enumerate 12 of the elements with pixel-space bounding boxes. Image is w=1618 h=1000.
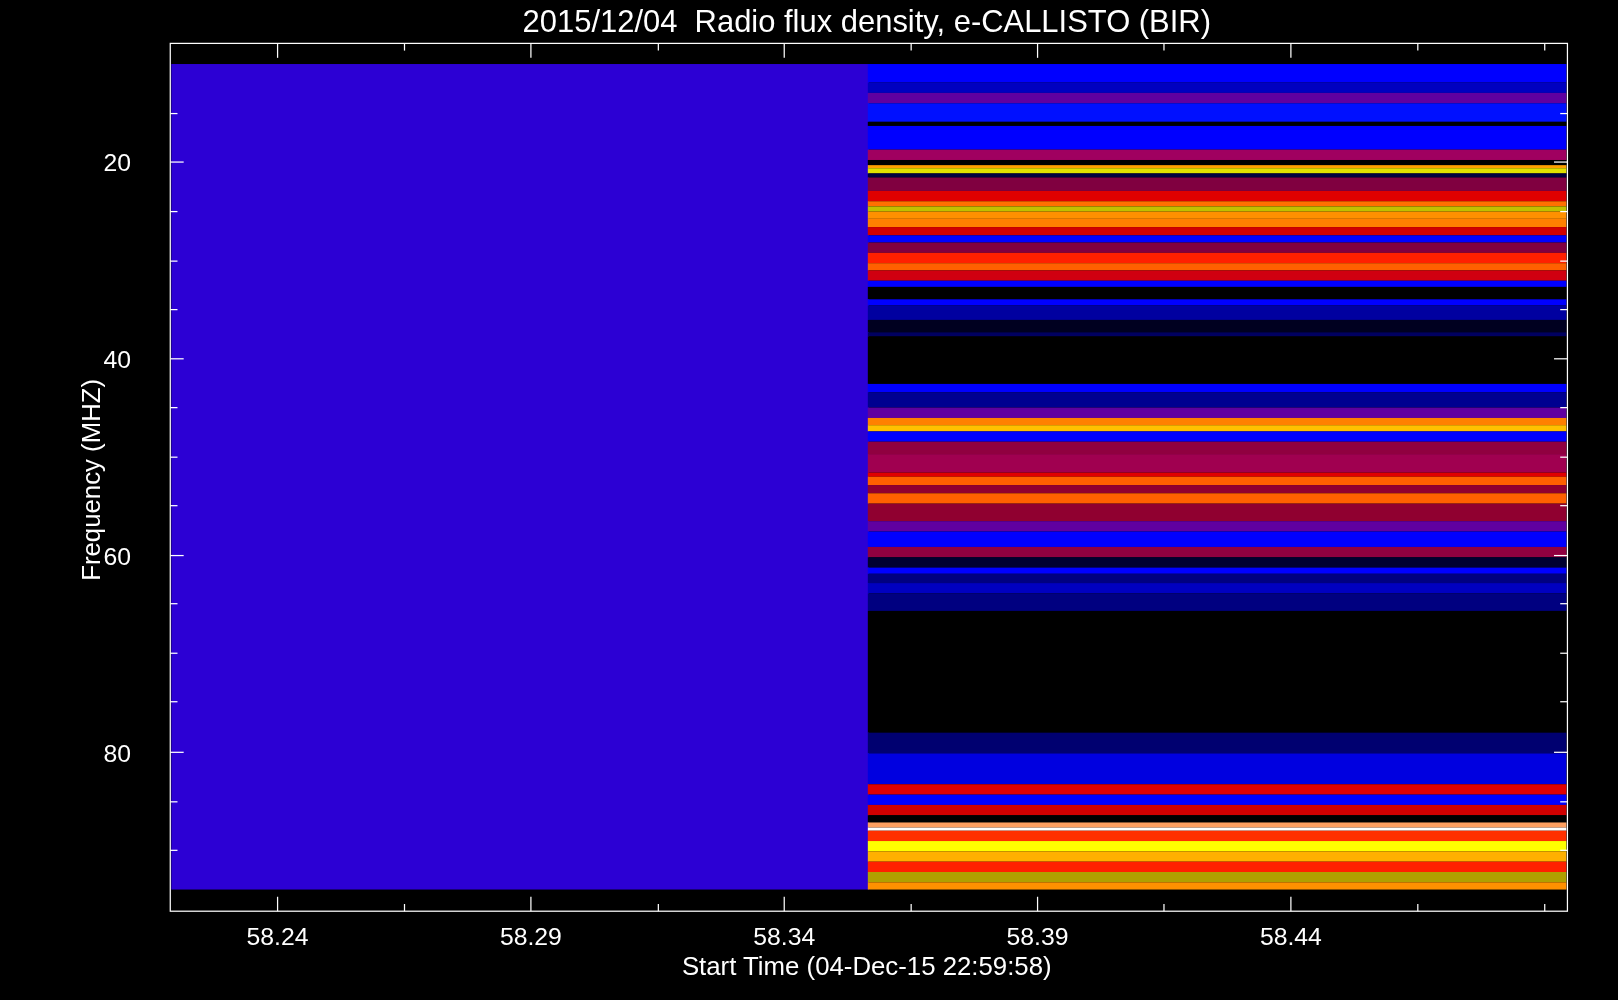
tick-label: 58.29 xyxy=(499,923,562,951)
tick-label: 60 xyxy=(103,542,132,570)
tick-label: 58.34 xyxy=(753,923,816,951)
axis-label: Frequency (MHZ) xyxy=(77,378,106,581)
tick-label: 80 xyxy=(103,739,132,767)
tick-label: 40 xyxy=(103,346,132,374)
tick-label: 58.44 xyxy=(1259,923,1322,951)
tick-label: 58.24 xyxy=(246,923,309,951)
axis-label: Start Time (04-Dec-15 22:59:58) xyxy=(681,952,1052,981)
tick-label: 20 xyxy=(103,149,132,177)
chart-title: 2015/12/04 Radio flux density, e-CALLISTO (BIR) xyxy=(522,4,1211,40)
tick-label: 58.39 xyxy=(1006,923,1069,951)
